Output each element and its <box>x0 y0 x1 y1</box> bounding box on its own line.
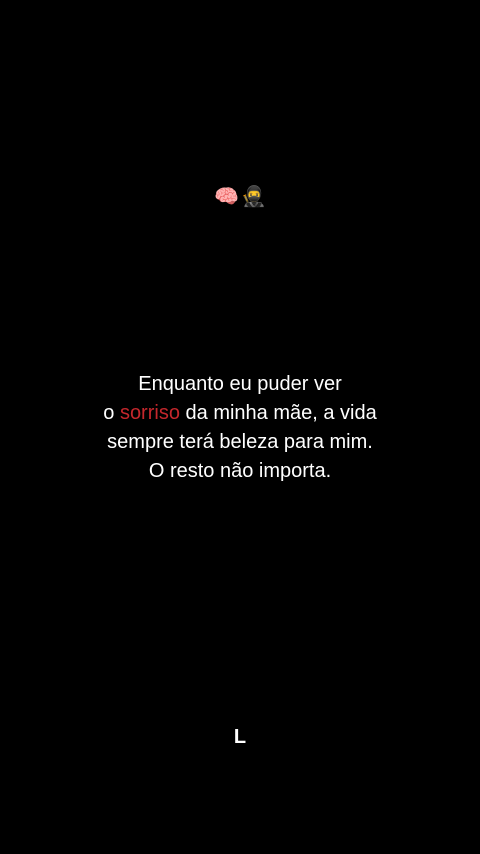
brain-icon: 🧠 <box>214 184 239 208</box>
highlighted-word: sorriso <box>119 402 180 424</box>
quote-line-2-suffix: da minha mãe, a vida <box>179 402 377 424</box>
quote-line-2: o sorriso da minha mãe, a vida <box>0 399 480 428</box>
quote-line-2-prefix: o <box>103 402 120 424</box>
ninja-icon: 🥷 <box>241 184 266 208</box>
signature-initial: L <box>233 726 247 748</box>
quote-line-3: sempre terá beleza para mim. <box>107 431 373 453</box>
quote-line-1: Enquanto eu puder ver <box>138 373 342 395</box>
emoji-header: 🧠 🥷 <box>0 183 480 209</box>
story-canvas: { "emojis": { "brain": "🧠", "ninja": "🥷"… <box>0 0 480 854</box>
quote-line-4: O resto não importa. <box>148 460 332 482</box>
quote-text: Enquanto eu puder ver o sorriso da minha… <box>0 370 480 486</box>
